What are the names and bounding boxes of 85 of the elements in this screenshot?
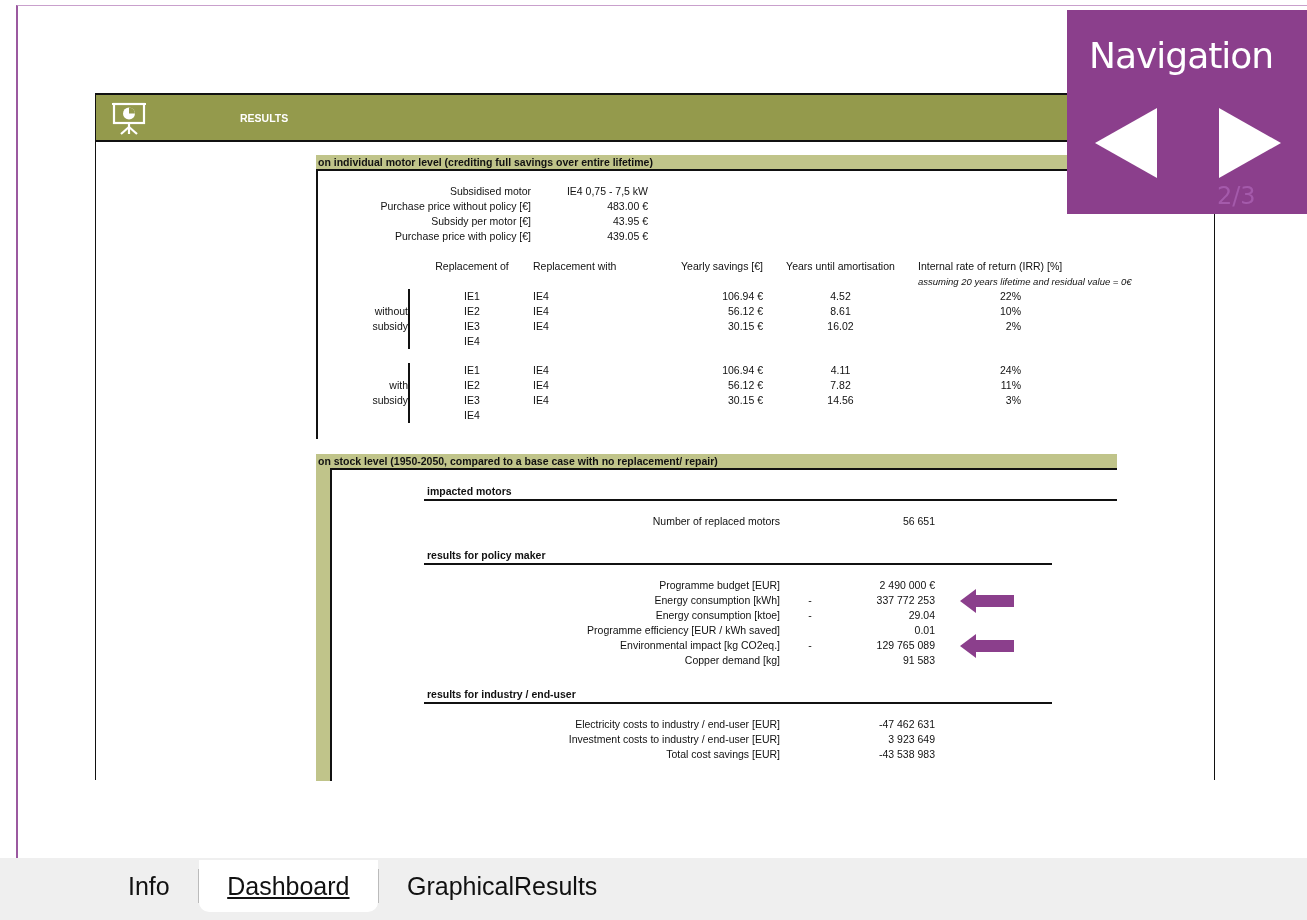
table-cell: IE3 — [464, 393, 480, 408]
subsection-heading: results for industry / end-user — [424, 686, 1052, 704]
table-cell: 30.15 € — [727, 393, 763, 408]
table-cell: IE2 — [464, 378, 480, 393]
parameter-label: Subsidy per motor [€] — [430, 214, 531, 229]
result-value: 129 765 089 — [876, 638, 935, 653]
result-value: 337 772 253 — [876, 593, 935, 608]
table-cell: IE4 — [533, 378, 549, 393]
table-cell: 4.11 — [830, 363, 851, 378]
group-label: without — [374, 304, 408, 319]
parameter-label: Purchase price without policy [€] — [379, 199, 531, 214]
result-value: 2 490 000 € — [879, 578, 935, 593]
parameter-label: Purchase price with policy [€] — [394, 229, 531, 244]
table-cell-text: 11% — [999, 378, 1021, 393]
result-value: -47 462 631 — [878, 717, 935, 732]
parameter-value: IE4 0,75 - 7,5 kW — [565, 184, 648, 199]
result-sign: - — [808, 638, 812, 653]
sheet-tab[interactable]: GraphicalResults — [379, 860, 626, 912]
table-cell-text: 10% — [999, 304, 1021, 319]
table-cell: 106.94 € — [722, 363, 763, 378]
table-cell-text: 22% — [999, 289, 1021, 304]
result-value: 0.01 — [914, 623, 935, 638]
table-cell-text: 3% — [1004, 393, 1021, 408]
result-label: Energy consumption [kWh] — [654, 593, 780, 608]
result-value: 56 651 — [902, 514, 935, 529]
parameter-value: 43.95 € — [611, 214, 648, 229]
table-cell: 56.12 € — [727, 378, 763, 393]
result-label: Electricity costs to industry / end-user [EUR] — [575, 717, 780, 732]
result-value: 29.04 — [908, 608, 935, 623]
sheet-tab[interactable]: Dashboard — [199, 860, 378, 912]
next-button[interactable] — [1219, 108, 1281, 178]
table-cell: 7.82 — [830, 378, 851, 393]
result-value: -43 538 983 — [878, 747, 935, 762]
table-cell: IE2 — [464, 304, 480, 319]
section-title: on stock level (1950-2050, compared to a base case with no replacement/ repair) — [316, 454, 1117, 468]
column-header: Years until amortisation — [786, 259, 895, 274]
previous-button[interactable] — [1095, 108, 1157, 178]
table-cell: 4.52 — [830, 289, 851, 304]
table-cell: IE4 — [533, 319, 549, 334]
group-label: with — [389, 378, 408, 393]
sheet-tab[interactable]: Info — [100, 860, 198, 912]
table-cell: 56.12 € — [727, 304, 763, 319]
sheet-title: RESULTS — [240, 111, 289, 124]
table-note: assuming 20 years lifetime and residual value = 0€ — [918, 275, 1132, 289]
result-label: Energy consumption [ktoe] — [655, 608, 780, 623]
table-cell: IE4 — [464, 334, 480, 349]
table-cell: 8.61 — [830, 304, 851, 319]
subsection-heading: impacted motors — [424, 483, 1117, 501]
table-cell: IE1 — [464, 289, 480, 304]
result-label: Environmental impact [kg CO2eq.] — [620, 638, 780, 653]
table-cell: 14.56 — [827, 393, 854, 408]
table-cell-text: 2% — [1004, 319, 1021, 334]
table-cell: 16.02 — [827, 319, 854, 334]
parameter-label: Subsidised motor — [448, 184, 531, 199]
result-label: Total cost savings [EUR] — [666, 747, 780, 762]
presentation-chart-icon — [111, 100, 147, 135]
result-label: Programme budget [EUR] — [659, 578, 780, 593]
result-label: Investment costs to industry / end-user [EUR] — [568, 732, 780, 747]
result-label: Number of replaced motors — [652, 514, 780, 529]
column-header: Internal rate of return (IRR) [%] — [918, 259, 1063, 274]
result-sign: - — [808, 593, 812, 608]
parameter-value: 439.05 € — [606, 229, 648, 244]
table-cell: IE4 — [533, 363, 549, 378]
group-label: subsidy — [372, 393, 408, 408]
table-cell: IE4 — [533, 304, 549, 319]
navigation-title: Navigation — [1089, 35, 1274, 76]
table-cell: IE4 — [533, 393, 549, 408]
result-label: Programme efficiency [EUR / kWh saved] — [587, 623, 780, 638]
table-cell: IE4 — [464, 408, 480, 423]
result-label: Copper demand [kg] — [684, 653, 780, 668]
table-cell: IE4 — [533, 289, 549, 304]
column-header: Replacement with — [533, 259, 617, 274]
table-cell-text: 24% — [999, 363, 1021, 378]
result-value: 3 923 649 — [888, 732, 935, 747]
result-sign: - — [808, 608, 812, 623]
table-cell: IE1 — [464, 363, 480, 378]
column-header: Yearly savings [€] — [681, 259, 763, 274]
table-cell: 30.15 € — [727, 319, 763, 334]
subsection-heading: results for policy maker — [424, 547, 1052, 565]
column-header: Replacement of — [435, 259, 509, 274]
parameter-value: 483.00 € — [606, 199, 648, 214]
result-value: 91 583 — [902, 653, 935, 668]
table-cell: IE3 — [464, 319, 480, 334]
table-cell: 106.94 € — [722, 289, 763, 304]
group-label: subsidy — [372, 319, 408, 334]
